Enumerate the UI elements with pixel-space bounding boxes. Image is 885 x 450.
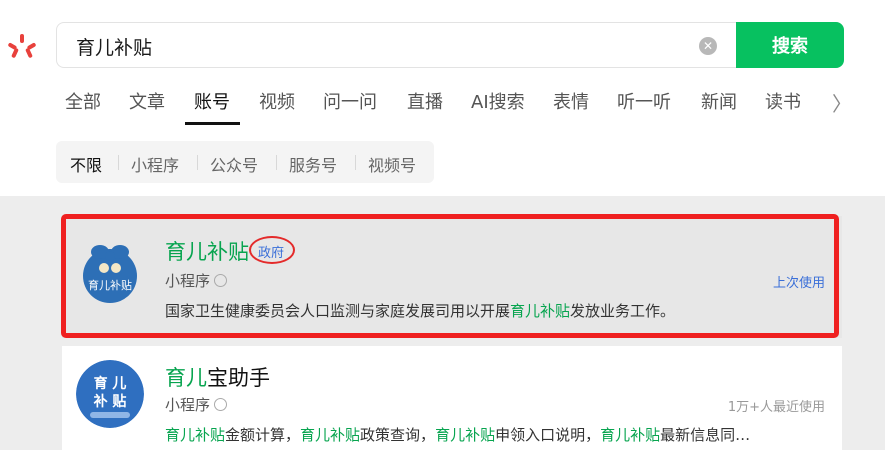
title-rest: 宝助手 (207, 366, 270, 390)
tab-ai-search[interactable]: AI搜索 (471, 88, 525, 114)
gov-badge: 政府 (258, 246, 285, 261)
active-tab-indicator (185, 122, 240, 125)
result-description: 国家卫生健康委员会人口监测与家庭发展司用以开展育儿补贴发放业务工作。 (165, 300, 675, 321)
mini-program-icon (214, 398, 228, 411)
filter-all[interactable]: 不限 (70, 152, 102, 176)
filter-bar: 不限 小程序 公众号 服务号 视频号 (56, 141, 434, 183)
desc-text: 最新信息同… (660, 426, 751, 444)
mini-program-icon (214, 274, 228, 287)
desc-highlight: 育儿补贴 (600, 426, 661, 444)
avatar-text: 育 儿 (94, 375, 127, 392)
desc-highlight: 育儿补贴 (165, 426, 226, 444)
filter-divider (118, 155, 119, 170)
result-title[interactable]: 育儿补贴 (165, 236, 249, 266)
result-card[interactable]: 育 儿 补 贴 育儿宝助手 小程序 1万+人最近使用 育儿补贴金额计算，育儿补贴… (62, 346, 842, 450)
avatar-text: 育儿补贴 (88, 278, 132, 292)
tab-articles[interactable]: 文章 (129, 88, 165, 114)
clear-icon[interactable]: ✕ (699, 37, 717, 55)
desc-text: 申领入口说明， (495, 426, 601, 444)
desc-text: 发放业务工作。 (570, 302, 676, 320)
recent-users-label: 1万+人最近使用 (727, 400, 825, 415)
desc-highlight: 育儿补贴 (510, 302, 571, 320)
desc-highlight: 育儿补贴 (300, 426, 361, 444)
desc-text: 政策查询， (360, 426, 436, 444)
result-type-label: 小程序 (165, 396, 211, 414)
result-type-label: 小程序 (165, 272, 211, 290)
avatar: 育儿补贴 (83, 245, 137, 303)
tab-videos[interactable]: 视频 (259, 88, 295, 114)
desc-text: 金额计算， (225, 426, 301, 444)
header-area: 育儿补贴 ✕ 搜索 全部 文章 账号 视频 问一问 直播 AI搜索 表情 听一听… (0, 0, 885, 196)
filter-official-account[interactable]: 公众号 (210, 152, 258, 176)
search-input[interactable]: 育儿补贴 ✕ (56, 22, 736, 68)
avatar-text: 补 贴 (93, 393, 127, 410)
last-used-label: 上次使用 (772, 276, 825, 291)
desc-text: 国家卫生健康委员会人口监测与家庭发展司用以开展 (165, 302, 511, 320)
filter-channels[interactable]: 视频号 (368, 152, 416, 176)
search-query-text[interactable]: 育儿补贴 (76, 33, 152, 60)
title-highlight: 育儿 (165, 366, 207, 390)
sparkle-logo-icon[interactable] (8, 32, 36, 60)
filter-mini-program[interactable]: 小程序 (131, 152, 179, 176)
title-highlight: 育儿补贴 (165, 240, 249, 264)
result-type: 小程序 (165, 270, 228, 291)
tab-live[interactable]: 直播 (407, 88, 443, 114)
result-card[interactable]: 育儿补贴 育儿补贴 政府 小程序 上次使用 国家卫生健康委员会人口监测与家庭发展… (62, 216, 842, 338)
filter-divider (355, 155, 356, 170)
filter-divider (197, 155, 198, 170)
tab-stickers[interactable]: 表情 (553, 88, 589, 114)
result-description: 育儿补贴金额计算，育儿补贴政策查询，育儿补贴申领入口说明，育儿补贴最新信息同… (165, 424, 750, 445)
filter-service-account[interactable]: 服务号 (289, 152, 337, 176)
desc-highlight: 育儿补贴 (435, 426, 496, 444)
tab-listen[interactable]: 听一听 (617, 88, 671, 114)
result-title[interactable]: 育儿宝助手 (165, 362, 270, 392)
chevron-right-icon[interactable]: 〉 (832, 88, 852, 117)
search-button[interactable]: 搜索 (736, 22, 844, 68)
tab-all[interactable]: 全部 (65, 88, 101, 114)
filter-divider (276, 155, 277, 170)
avatar: 育 儿 补 贴 (76, 360, 144, 428)
tab-news[interactable]: 新闻 (701, 88, 737, 114)
tab-books[interactable]: 读书 (765, 88, 801, 114)
tab-accounts[interactable]: 账号 (194, 88, 230, 114)
result-type: 小程序 (165, 394, 228, 415)
tab-ask[interactable]: 问一问 (323, 88, 377, 114)
